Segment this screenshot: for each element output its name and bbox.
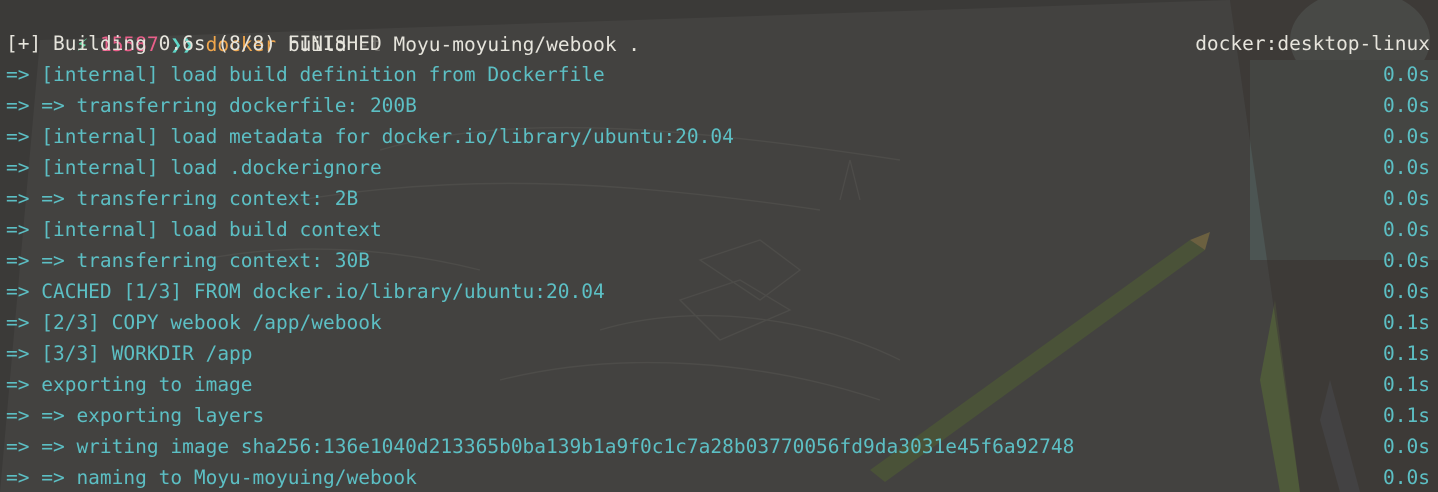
builder-name: docker:desktop-linux — [1195, 32, 1430, 55]
build-step: => => writing image sha256:136e1040d2133… — [6, 431, 1430, 462]
step-time: 0.0s — [1383, 63, 1430, 86]
step-time: 0.0s — [1383, 280, 1430, 303]
step-time: 0.1s — [1383, 311, 1430, 334]
build-step: => => naming to Moyu-moyuing/webook 0.0s — [6, 462, 1430, 492]
step-time: 0.0s — [1383, 435, 1430, 458]
step-text: => => writing image sha256:136e1040d2133… — [6, 435, 1075, 458]
step-text: => CACHED [1/3] FROM docker.io/library/u… — [6, 280, 605, 303]
step-text: => => exporting layers — [6, 404, 265, 427]
build-step: => => exporting layers 0.1s — [6, 400, 1430, 431]
step-text: => => transferring context: 2B — [6, 187, 359, 210]
step-text: => [internal] load build context — [6, 218, 382, 241]
step-text: => => transferring dockerfile: 200B — [6, 94, 417, 117]
step-time: 0.0s — [1383, 466, 1430, 489]
build-step: => [internal] load build context 0.0s — [6, 214, 1430, 245]
step-text: => exporting to image — [6, 373, 253, 396]
step-text: => [2/3] COPY webook /app/webook — [6, 311, 382, 334]
step-text: => [3/3] WORKDIR /app — [6, 342, 253, 365]
step-time: 0.0s — [1383, 94, 1430, 117]
step-time: 0.1s — [1383, 373, 1430, 396]
build-step: => => transferring context: 30B 0.0s — [6, 245, 1430, 276]
step-time: 0.0s — [1383, 125, 1430, 148]
terminal-output: ⚡ 15587 ❯❯ docker build -t Moyu-moyuing/… — [0, 0, 1438, 492]
build-status: [+] Building 0.6s (8/8) FINISHED — [6, 32, 382, 55]
build-step: => => transferring context: 2B 0.0s — [6, 183, 1430, 214]
step-text: => => transferring context: 30B — [6, 249, 370, 272]
prompt-line: ⚡ 15587 ❯❯ docker build -t Moyu-moyuing/… — [6, 0, 1430, 56]
build-header: [+] Building 0.6s (8/8) FINISHED docker:… — [6, 28, 1430, 59]
step-time: 0.1s — [1383, 342, 1430, 365]
step-text: => [internal] load metadata for docker.i… — [6, 125, 734, 148]
step-time: 0.0s — [1383, 156, 1430, 179]
step-time: 0.0s — [1383, 187, 1430, 210]
step-text: => [internal] load .dockerignore — [6, 156, 382, 179]
build-step: => [internal] load metadata for docker.i… — [6, 121, 1430, 152]
step-text: => [internal] load build definition from… — [6, 63, 605, 86]
build-step: => [2/3] COPY webook /app/webook 0.1s — [6, 307, 1430, 338]
build-step: => CACHED [1/3] FROM docker.io/library/u… — [6, 276, 1430, 307]
build-step: => [internal] load build definition from… — [6, 59, 1430, 90]
step-time: 0.0s — [1383, 218, 1430, 241]
build-step: => [internal] load .dockerignore 0.0s — [6, 152, 1430, 183]
build-step: => => transferring dockerfile: 200B 0.0s — [6, 90, 1430, 121]
build-step: => [3/3] WORKDIR /app 0.1s — [6, 338, 1430, 369]
build-step: => exporting to image 0.1s — [6, 369, 1430, 400]
step-time: 0.0s — [1383, 249, 1430, 272]
step-time: 0.1s — [1383, 404, 1430, 427]
step-text: => => naming to Moyu-moyuing/webook — [6, 466, 417, 489]
